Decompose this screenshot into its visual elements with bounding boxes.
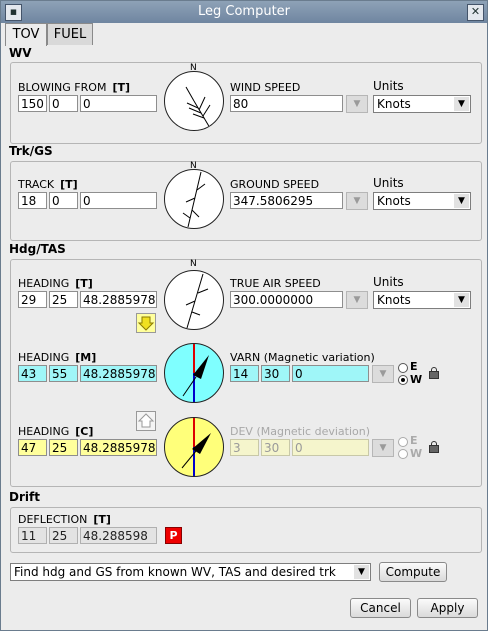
ground-speed-spinner[interactable]: ▼	[346, 192, 368, 210]
varn-deg-input[interactable]: 14	[230, 365, 259, 382]
hdg-units-label: Units	[373, 275, 404, 289]
drift-sec-output: 48.288598	[80, 527, 157, 544]
down-arrow-button[interactable]	[136, 313, 156, 333]
compass-heading-label: HEADING [C]	[18, 425, 94, 438]
wv-sec-input[interactable]: 0	[80, 95, 157, 112]
track-arrow-icon	[182, 171, 206, 228]
ground-speed-input[interactable]: 347.5806295	[230, 192, 343, 209]
magnetic-compass	[164, 343, 224, 403]
dev-deg-input: 3	[230, 439, 259, 456]
apply-button[interactable]: Apply	[417, 598, 478, 618]
compass-needle-icon	[181, 418, 211, 476]
wv-min-input[interactable]: 0	[49, 95, 78, 112]
deflection-label: DEFLECTION [T]	[18, 513, 111, 526]
window-title: Leg Computer	[197, 4, 291, 19]
chevron-down-icon: ▼	[354, 565, 369, 579]
true-hdg-min-input[interactable]: 25	[49, 291, 78, 308]
dev-west-label: W	[410, 447, 423, 460]
trk-deg-input[interactable]: 18	[18, 192, 47, 209]
lock-icon[interactable]	[429, 441, 439, 453]
north-label: N	[190, 259, 197, 269]
true-hdg-sec-input[interactable]: 48.2885978	[80, 291, 157, 308]
varn-west-label: W	[410, 373, 423, 386]
wind-arrow-icon	[185, 86, 211, 129]
mode-select[interactable]: Find hdg and GS from known WV, TAS and d…	[10, 563, 371, 581]
leg-computer-window: ▪ Leg Computer ✕ TOV FUEL WV BLOWING FRO…	[0, 0, 488, 631]
p-button[interactable]: P	[165, 527, 182, 544]
mag-hdg-deg-input[interactable]: 43	[18, 365, 47, 382]
arrow-down-icon	[137, 316, 155, 331]
trk-min-input[interactable]: 0	[49, 192, 78, 209]
ground-speed-label: GROUND SPEED	[230, 178, 320, 191]
trk-units-label: Units	[373, 176, 404, 190]
up-arrow-button[interactable]	[136, 411, 156, 431]
track-compass	[164, 169, 224, 229]
lock-icon[interactable]	[429, 367, 439, 379]
true-heading-label: HEADING [T]	[18, 277, 93, 290]
magnetic-heading-label: HEADING [M]	[18, 351, 97, 364]
wv-section-title: WV	[9, 46, 32, 60]
tab-fuel[interactable]: FUEL	[47, 23, 93, 45]
wv-units-label: Units	[373, 79, 404, 93]
hdg-units-select[interactable]: Knots ▼	[373, 291, 471, 309]
title-bar: ▪ Leg Computer ✕	[1, 1, 487, 23]
trk-units-select[interactable]: Knots ▼	[373, 192, 471, 210]
dev-spinner: ▼	[372, 439, 394, 457]
comp-hdg-deg-input[interactable]: 47	[18, 439, 47, 456]
varn-sec-input[interactable]: 0	[292, 365, 369, 382]
compute-button[interactable]: Compute	[379, 562, 447, 582]
drift-deg-output: 11	[18, 527, 47, 544]
wind-speed-spinner[interactable]: ▼	[346, 95, 368, 113]
track-label: TRACK [T]	[18, 178, 78, 191]
chevron-down-icon: ▼	[454, 97, 469, 111]
true-air-speed-label: TRUE AIR SPEED	[230, 277, 321, 290]
true-heading-compass	[164, 270, 224, 330]
mag-hdg-min-input[interactable]: 55	[49, 365, 78, 382]
deviation-compass	[164, 417, 224, 477]
varn-west-radio[interactable]	[398, 375, 408, 385]
magnetic-needle-icon	[182, 344, 209, 402]
varn-east-label: E	[410, 360, 418, 373]
heading-arrow-icon	[185, 273, 209, 329]
wind-speed-label: WIND SPEED	[230, 81, 301, 94]
comp-hdg-sec-input[interactable]: 48.2885978	[80, 439, 157, 456]
dev-min-input: 30	[261, 439, 290, 456]
chevron-down-icon: ▼	[454, 293, 469, 307]
varn-spinner[interactable]: ▼	[372, 365, 394, 383]
varn-east-radio[interactable]	[398, 363, 408, 373]
dev-label: DEV (Magnetic deviation)	[230, 425, 371, 438]
mag-hdg-sec-input[interactable]: 48.2885978	[80, 365, 157, 382]
varn-min-input[interactable]: 30	[261, 365, 290, 382]
dev-east-radio	[398, 437, 408, 447]
wind-compass	[164, 71, 224, 131]
arrow-up-icon	[137, 413, 155, 428]
close-button[interactable]: ✕	[467, 4, 484, 21]
drift-section-title: Drift	[9, 490, 40, 504]
wind-speed-input[interactable]: 80	[230, 95, 343, 112]
blowing-from-label: BLOWING FROM [T]	[18, 81, 130, 94]
dev-west-radio	[398, 449, 408, 459]
varn-label: VARN (Magnetic variation)	[230, 351, 375, 364]
comp-hdg-min-input[interactable]: 25	[49, 439, 78, 456]
chevron-down-icon: ▼	[454, 194, 469, 208]
dev-sec-input: 0	[292, 439, 369, 456]
true-air-speed-input[interactable]: 300.0000000	[230, 291, 343, 308]
trk-sec-input[interactable]: 0	[80, 192, 157, 209]
hdg-section-title: Hdg/TAS	[9, 242, 66, 256]
tab-tov[interactable]: TOV	[5, 23, 47, 46]
dev-east-label: E	[410, 434, 418, 447]
trk-section-title: Trk/GS	[9, 144, 53, 158]
tas-spinner[interactable]: ▼	[346, 291, 368, 309]
drift-min-output: 25	[49, 527, 78, 544]
wv-units-select[interactable]: Knots ▼	[373, 95, 471, 113]
cancel-button[interactable]: Cancel	[350, 598, 411, 618]
wv-deg-input[interactable]: 150	[18, 95, 47, 112]
true-hdg-deg-input[interactable]: 29	[18, 291, 47, 308]
